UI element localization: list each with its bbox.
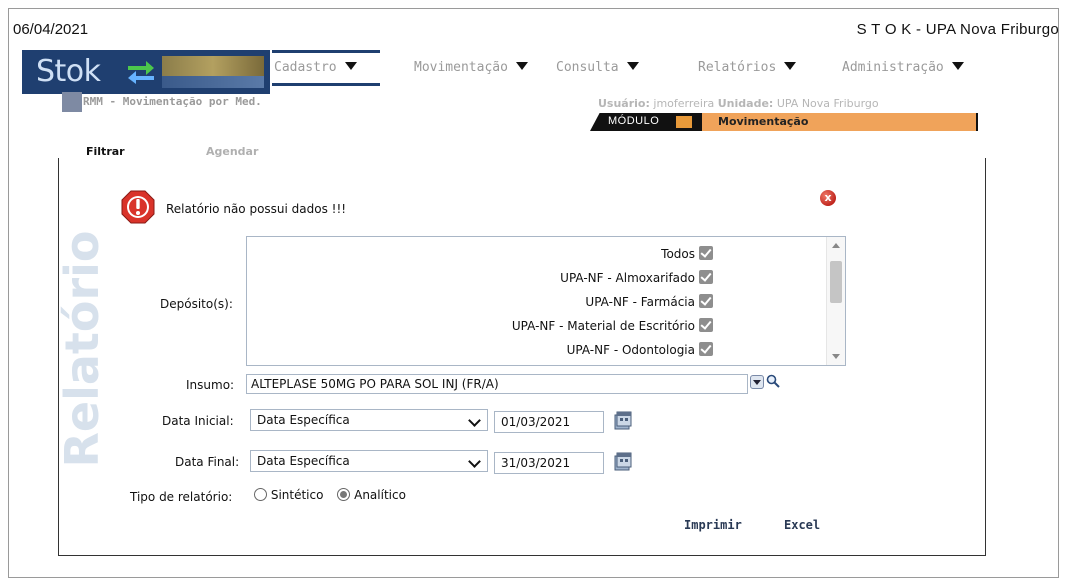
alert-icon xyxy=(121,190,155,224)
insumo-field[interactable]: ALTEPLASE 50MG PO PARA SOL INJ (FR/A) xyxy=(246,374,748,394)
data-final-field[interactable]: 31/03/2021 xyxy=(494,452,604,474)
tipo-relatorio-label: Tipo de relatório: xyxy=(130,490,233,504)
module-value: Movimentação xyxy=(718,115,809,128)
nav-consulta-label: Consulta xyxy=(556,60,619,75)
chevron-down-icon xyxy=(951,62,964,70)
module-label: MÓDULO xyxy=(608,115,660,127)
side-watermark-text: Relatório xyxy=(55,230,109,468)
data-inicial-mode-select[interactable]: Data Específica xyxy=(250,409,488,431)
insumo-label: Insumo: xyxy=(186,378,235,392)
chevron-down-icon xyxy=(344,62,357,70)
module-bar: MÓDULO Movimentação xyxy=(590,113,978,131)
depositos-scrollbar[interactable] xyxy=(826,237,845,365)
checkbox-checked-icon[interactable] xyxy=(699,294,713,308)
search-icon[interactable] xyxy=(766,374,780,388)
logo-photo xyxy=(162,56,264,76)
user-info: Usuário: jmoferreira Unidade: UPA Nova F… xyxy=(598,97,879,110)
screen-name-bar: RMM - Movimentação por Med. xyxy=(62,92,392,114)
chevron-down-icon xyxy=(515,62,528,70)
unit-value: UPA Nova Friburgo xyxy=(776,97,879,110)
user-value: jmoferreira xyxy=(653,97,715,110)
calendar-icon[interactable] xyxy=(612,450,634,472)
deposito-material-escritorio-label: UPA-NF - Material de Escritório xyxy=(511,319,695,333)
logo-arrows-icon xyxy=(128,61,154,84)
unit-label: Unidade: xyxy=(717,97,774,110)
chevron-down-icon xyxy=(468,455,481,468)
logo-photo-strip xyxy=(162,76,264,88)
data-inicial-field[interactable]: 01/03/2021 xyxy=(494,411,604,433)
nav-relatorios[interactable]: Relatórios xyxy=(698,60,797,75)
tipo-analitico-option[interactable]: Analítico xyxy=(337,488,406,502)
data-inicial-label: Data Inicial: xyxy=(162,414,234,428)
tipo-sintetico-label: Sintético xyxy=(270,488,324,502)
deposito-material-escritorio[interactable]: UPA-NF - Material de Escritório xyxy=(512,318,713,333)
tab-filtrar[interactable]: Filtrar xyxy=(86,145,125,158)
scroll-thumb[interactable] xyxy=(830,261,842,303)
data-inicial-mode-value: Data Específica xyxy=(257,413,350,427)
radio-unchecked-icon[interactable] xyxy=(254,488,267,501)
deposito-farmacia-label: UPA-NF - Farmácia xyxy=(585,295,695,309)
nav-cadastro[interactable]: Cadastro xyxy=(274,60,357,75)
tab-agendar[interactable]: Agendar xyxy=(206,145,258,158)
depositos-label: Depósito(s): xyxy=(160,297,233,311)
nav-consulta[interactable]: Consulta xyxy=(556,60,639,75)
tipo-sintetico-option[interactable]: Sintético xyxy=(254,488,323,502)
insumo-dropdown-icon[interactable] xyxy=(750,375,764,389)
deposito-odontologia-label: UPA-NF - Odontologia xyxy=(566,343,695,357)
data-final-mode-value: Data Específica xyxy=(257,454,350,468)
close-icon[interactable]: x xyxy=(820,190,836,206)
checkbox-checked-icon[interactable] xyxy=(699,318,713,332)
checkbox-checked-icon[interactable] xyxy=(699,342,713,356)
module-value-box: Movimentação xyxy=(702,113,978,131)
deposito-odontologia[interactable]: UPA-NF - Odontologia xyxy=(567,342,713,357)
screen-icon xyxy=(62,92,82,112)
nav-administracao-label: Administração xyxy=(842,60,944,75)
alert-message: Relatório não possui dados !!! xyxy=(166,202,347,216)
deposito-todos-label: Todos xyxy=(661,247,695,261)
checkbox-checked-icon[interactable] xyxy=(699,270,713,284)
excel-button[interactable]: Excel xyxy=(784,518,820,532)
data-final-label: Data Final: xyxy=(175,455,240,469)
nav-relatorios-label: Relatórios xyxy=(698,60,777,75)
chevron-down-icon xyxy=(784,62,797,70)
nav-cadastro-label: Cadastro xyxy=(274,60,337,75)
imprimir-button[interactable]: Imprimir xyxy=(684,518,742,532)
nav-administracao[interactable]: Administração xyxy=(842,60,964,75)
user-label: Usuário: xyxy=(598,97,650,110)
scroll-up-icon[interactable] xyxy=(832,243,840,248)
logo-text: Stok xyxy=(36,54,101,89)
deposito-almoxarifado-label: UPA-NF - Almoxarifado xyxy=(560,271,695,285)
module-flag-icon xyxy=(676,116,692,128)
scroll-down-icon[interactable] xyxy=(832,354,840,359)
calendar-icon[interactable] xyxy=(612,409,634,431)
chevron-down-icon xyxy=(468,414,481,427)
screen-name: RMM - Movimentação por Med. xyxy=(83,95,262,108)
current-date: 06/04/2021 xyxy=(13,21,89,38)
deposito-todos[interactable]: Todos xyxy=(661,246,713,261)
nav-movimentacao-label: Movimentação xyxy=(414,60,508,75)
depositos-list[interactable]: Todos UPA-NF - Almoxarifado UPA-NF - Far… xyxy=(246,236,846,366)
tipo-analitico-label: Analítico xyxy=(354,488,406,502)
data-final-mode-select[interactable]: Data Específica xyxy=(250,450,488,472)
stok-logo[interactable]: Stok xyxy=(22,50,270,94)
tipo-relatorio-group: Sintético Analítico xyxy=(254,488,416,502)
side-watermark: Relatório xyxy=(55,230,109,467)
radio-checked-icon[interactable] xyxy=(337,488,351,501)
checkbox-checked-icon[interactable] xyxy=(699,246,713,260)
chevron-down-icon xyxy=(626,62,639,70)
deposito-farmacia[interactable]: UPA-NF - Farmácia xyxy=(585,294,713,309)
deposito-almoxarifado[interactable]: UPA-NF - Almoxarifado xyxy=(560,270,713,285)
nav-movimentacao[interactable]: Movimentação xyxy=(414,60,528,75)
system-title: S T O K - UPA Nova Friburgo xyxy=(856,21,1059,38)
